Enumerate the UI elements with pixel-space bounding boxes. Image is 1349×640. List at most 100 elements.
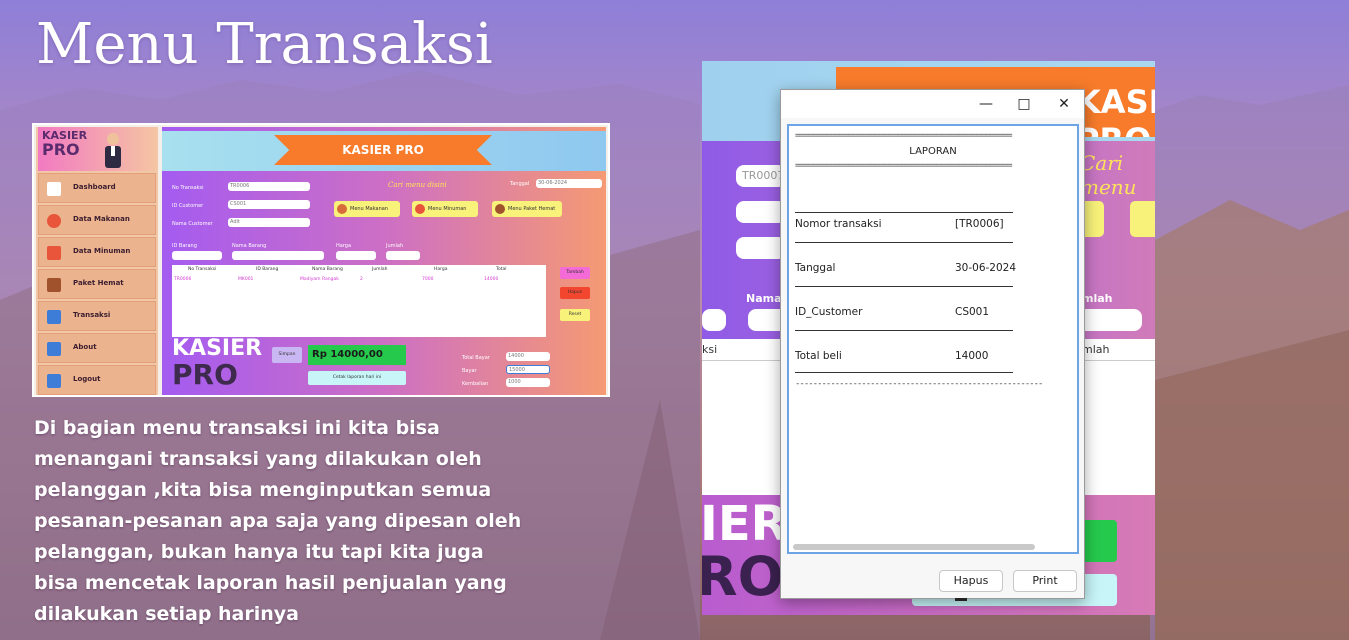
tambah-button[interactable]: Tambah [560,267,590,279]
nama-barang-field[interactable] [232,251,324,260]
table-cell: Madiyam Rangak [300,277,339,282]
label-jumlah: Jumlah [386,243,404,249]
report-rule: ========================================… [795,162,1013,170]
sidebar-item-about[interactable]: About [38,333,156,363]
search-hint: Cari menu [1080,151,1137,199]
food-icon [47,214,61,228]
table-header: Jumlah [372,267,388,272]
label-nama-barang: Nama Barang [232,243,267,249]
bayar-field[interactable]: 15000 [506,365,550,374]
table-cell: TR0006 [174,277,192,282]
table-cell: 2 [360,277,363,282]
id-barang-field[interactable] [702,309,726,331]
big-logo-bottom: RO [702,545,784,608]
page-title: Menu Transaksi [36,12,493,77]
sidebar-item-dashboard[interactable]: Dashboard [38,173,156,203]
cashier-person-icon [105,133,121,168]
label-bayar: Bayar [462,368,477,374]
sidebar-item-label: Logout [73,375,101,383]
table-cell: 7000 [422,277,434,282]
transaction-table[interactable]: No Transaksi ID Barang Nama Barang Jumla… [172,265,546,337]
logo-text-bottom: PRO [42,140,80,159]
total-bayar-field[interactable]: 14000 [506,352,550,361]
search-hint: Cari menu disini [388,181,447,189]
sidebar-item-data-minuman[interactable]: Data Minuman [38,237,156,267]
app-main-panel: KASIER PRO No Transaksi TR0006 ID Custom… [162,127,606,395]
print-button[interactable]: Print [1013,570,1077,592]
table-header: Nama Barang [312,267,343,272]
jumlah-field[interactable] [1078,309,1142,331]
nama-customer-field[interactable] [736,237,786,259]
label-total-bayar: Total Bayar [462,355,490,361]
logout-icon [47,374,61,388]
report-preview: ========================================… [787,124,1079,554]
app-logo: KASIER PRO [38,127,156,171]
minimize-icon[interactable]: — [971,93,1001,115]
tanggal-field[interactable]: 30-06-2024 [536,179,602,188]
sidebar-item-paket-hemat[interactable]: Paket Hemat [38,269,156,299]
kembalian-field[interactable]: 1000 [506,378,550,387]
menu-minuman-button[interactable]: Menu Minuman [412,201,478,217]
label-id-customer: ID Customer [172,203,204,209]
nama-customer-field[interactable]: Adit [228,218,310,227]
dialog-shadow-mark [955,598,967,601]
jumlah-field[interactable] [386,251,420,260]
big-logo-bottom: PRO [172,358,238,391]
sidebar-item-data-makanan[interactable]: Data Makanan [38,205,156,235]
drink-icon [415,204,425,214]
menu-button-label: Menu Minuman [428,206,467,212]
report-divider [795,330,1013,331]
report-divider [795,242,1013,243]
menu-button-label: Menu Makanan [350,206,388,212]
maximize-icon[interactable]: □ [1009,93,1039,115]
horizontal-scrollbar[interactable] [793,544,1035,550]
label-jumlah: mlah [1082,292,1113,305]
menu-paket-hemat-button[interactable] [1130,201,1155,237]
sidebar-item-label: Transaksi [73,311,111,319]
hapus-button[interactable]: Hapus [939,570,1003,592]
description-text: Di bagian menu transaksi ini kita bisa m… [34,417,522,625]
report-divider [795,212,1013,213]
table-header: Harga [434,267,448,272]
package-icon [47,278,61,292]
big-logo-top: IER [702,496,788,552]
label-no-transaksi: No Transaksi [172,185,204,191]
big-logo: KASIER PRO [172,337,262,389]
label-harga: Harga [336,243,352,249]
harga-field[interactable] [336,251,376,260]
close-icon[interactable]: ✕ [1049,93,1079,115]
report-value: CS001 [955,306,990,318]
report-value: 14000 [955,350,989,362]
report-divider [795,372,1013,373]
menu-paket-hemat-button[interactable]: Menu Paket Hemat [492,201,562,217]
no-transaksi-field[interactable]: TR0007 [736,165,786,187]
package-icon [495,204,505,214]
hapus-button[interactable]: Hapus [560,287,590,299]
id-customer-field[interactable]: CS001 [228,200,310,209]
print-report-button[interactable]: Cetak laporan hari ini [308,371,406,385]
label-kembalian: Kembalian [462,381,489,387]
menu-makanan-button[interactable]: Menu Makanan [334,201,400,217]
sidebar-item-label: Dashboard [73,183,116,191]
transaction-icon [47,310,61,324]
sidebar-item-transaksi[interactable]: Transaksi [38,301,156,331]
table-header: mlah [1082,343,1110,356]
id-barang-field[interactable] [172,251,222,260]
report-rule: ========================================… [795,132,1013,140]
report-divider [795,286,1013,287]
report-title: LAPORAN [909,146,957,157]
sidebar-item-logout[interactable]: Logout [38,365,156,395]
simpan-button[interactable]: Simpan [272,347,302,363]
table-cell: MK001 [238,277,254,282]
no-transaksi-field[interactable]: TR0006 [228,182,310,191]
sidebar-item-label: Data Minuman [73,247,131,255]
label-tanggal: Tanggal [510,181,530,187]
dashboard-icon [47,182,61,196]
reset-button[interactable]: Reset [560,309,590,321]
id-customer-field[interactable] [736,201,786,223]
sidebar-item-label: Paket Hemat [73,279,124,287]
info-icon [47,342,61,356]
header-ribbon: KASIER PRO [274,135,492,165]
app-screenshot-small: KASIER PRO Dashboard Data Makanan Data M… [32,123,610,397]
print-preview-dialog: — □ ✕ ==================================… [780,89,1085,599]
